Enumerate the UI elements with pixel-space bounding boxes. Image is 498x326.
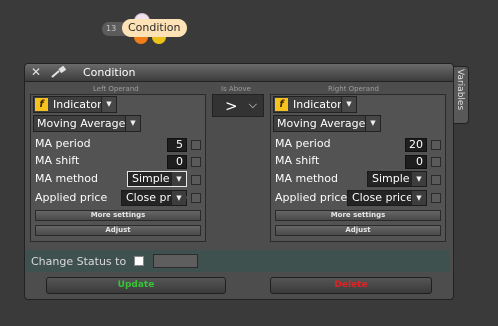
left-indicator-value: Moving Average — [37, 117, 126, 130]
left-ma-period-input[interactable]: 5 — [167, 138, 187, 152]
close-icon[interactable]: ✕ — [31, 66, 41, 79]
right-applied-price-label: Applied price — [275, 191, 348, 204]
change-status-label: Change Status to — [31, 255, 127, 268]
comparison-select[interactable]: > ⌵ — [212, 94, 264, 117]
chevron-down-icon: ▼ — [125, 116, 140, 131]
right-indicator-value: Moving Average — [277, 117, 366, 130]
left-source-value: Indicator — [53, 98, 102, 111]
left-ma-method-value: Simple — [132, 172, 170, 185]
left-ma-method-label: MA method — [35, 172, 98, 185]
right-applied-price-checkbox[interactable] — [431, 193, 441, 203]
update-button[interactable]: Update — [46, 277, 226, 294]
right-indicator-select[interactable]: Moving Average ▼ — [273, 115, 381, 132]
right-source-value: Indicator — [293, 98, 342, 111]
chevron-down-icon: ▼ — [171, 172, 186, 186]
right-applied-price-select[interactable]: Close price ▼ — [347, 190, 427, 206]
left-more-settings-button[interactable]: More settings — [35, 210, 201, 221]
left-ma-method-select[interactable]: Simple ▼ — [127, 171, 187, 187]
change-status-field[interactable] — [153, 254, 198, 268]
chevron-down-icon: ▼ — [341, 97, 356, 112]
left-source-select[interactable]: f Indicator ▼ — [33, 96, 117, 113]
function-icon: f — [35, 98, 48, 111]
change-status-checkbox[interactable] — [134, 256, 144, 266]
right-ma-shift-label: MA shift — [275, 154, 320, 167]
variables-tab-label: Variables — [455, 69, 465, 111]
left-ma-shift-label: MA shift — [35, 154, 80, 167]
delete-button[interactable]: Delete — [270, 277, 432, 294]
dialog-titlebar[interactable]: ✕ Condition — [25, 64, 453, 82]
comparison-operator: > — [225, 97, 238, 115]
chevron-down-icon: ▼ — [171, 191, 186, 205]
dialog-title: Condition — [83, 66, 136, 79]
comparison-header: Is Above — [221, 85, 251, 93]
function-icon: f — [275, 98, 288, 111]
right-ma-method-value: Simple — [372, 172, 410, 185]
chevron-down-icon: ▼ — [365, 116, 380, 131]
right-ma-method-checkbox[interactable] — [431, 175, 441, 185]
left-ma-period-label: MA period — [35, 137, 91, 150]
change-status-row: Change Status to — [26, 250, 450, 272]
left-adjust-button[interactable]: Adjust — [35, 225, 201, 236]
left-ma-period-checkbox[interactable] — [191, 140, 201, 150]
left-applied-price-select[interactable]: Close price ▼ — [121, 190, 187, 206]
right-more-settings-button[interactable]: More settings — [275, 210, 441, 221]
left-applied-price-checkbox[interactable] — [191, 193, 201, 203]
right-ma-method-select[interactable]: Simple ▼ — [367, 171, 427, 187]
right-ma-period-input[interactable]: 20 — [405, 138, 427, 152]
right-ma-shift-input[interactable]: 0 — [405, 155, 427, 169]
chevron-down-icon: ▼ — [101, 97, 116, 112]
left-indicator-select[interactable]: Moving Average ▼ — [33, 115, 141, 132]
right-ma-method-label: MA method — [275, 172, 338, 185]
left-applied-price-label: Applied price — [35, 191, 108, 204]
right-ma-period-checkbox[interactable] — [431, 140, 441, 150]
right-ma-shift-checkbox[interactable] — [431, 157, 441, 167]
right-adjust-button[interactable]: Adjust — [275, 225, 441, 236]
variables-tab[interactable]: Variables — [454, 66, 469, 124]
left-operand-header: Left Operand — [93, 85, 139, 93]
chevron-down-icon: ⌵ — [248, 98, 257, 111]
chevron-down-icon: ▼ — [411, 172, 426, 186]
node-label[interactable]: Condition — [122, 19, 187, 37]
left-ma-shift-input[interactable]: 0 — [167, 155, 187, 169]
left-ma-method-checkbox[interactable] — [191, 175, 201, 185]
left-ma-shift-checkbox[interactable] — [191, 157, 201, 167]
chevron-down-icon: ▼ — [411, 191, 426, 205]
left-operand-panel: f Indicator ▼ Moving Average ▼ MA period… — [30, 94, 206, 242]
right-ma-period-label: MA period — [275, 137, 331, 150]
right-source-select[interactable]: f Indicator ▼ — [273, 96, 357, 113]
right-operand-panel: f Indicator ▼ Moving Average ▼ MA period… — [270, 94, 446, 242]
right-applied-price-value: Close price — [352, 191, 413, 204]
pin-icon[interactable] — [51, 65, 67, 81]
right-operand-header: Right Operand — [328, 85, 379, 93]
